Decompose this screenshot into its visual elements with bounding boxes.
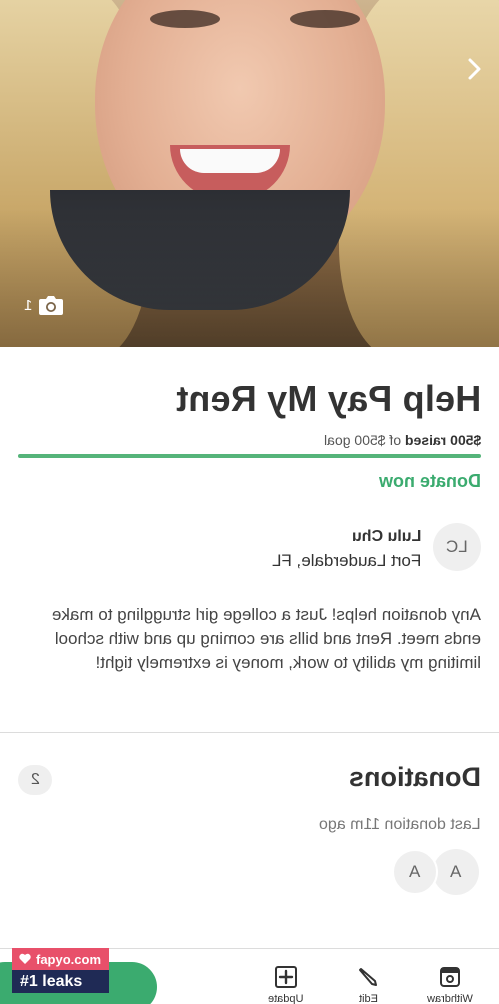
chevron-right-icon[interactable] xyxy=(462,57,486,81)
donor-avatar[interactable]: A xyxy=(433,849,479,895)
withdraw-button[interactable]: Withdraw xyxy=(422,965,478,1004)
last-donation-text: Last donation 11m ago xyxy=(319,816,481,833)
plus-square-icon xyxy=(275,966,297,988)
section-divider xyxy=(0,732,499,733)
progress-fill xyxy=(18,454,481,458)
update-button[interactable]: Update xyxy=(258,965,314,1004)
organizer-avatar[interactable]: LC xyxy=(433,523,481,571)
campaign-story: Any donation helps! Just a college girl … xyxy=(51,605,481,672)
photo-count-number: 1 xyxy=(24,296,33,314)
withdraw-label: Withdraw xyxy=(427,993,473,1004)
withdraw-icon xyxy=(440,967,460,987)
campaign-photo[interactable] xyxy=(0,0,499,347)
watermark: fapyo.com #1 leaks xyxy=(12,948,109,993)
donor-avatar[interactable]: A xyxy=(392,849,438,895)
photo-shade xyxy=(0,0,499,347)
edit-button[interactable]: Edit xyxy=(340,965,396,1004)
update-label: Update xyxy=(268,993,304,1004)
donations-count-badge: 2 xyxy=(18,765,52,795)
raised-amount: $500 raised xyxy=(404,432,481,448)
donations-heading: Donations xyxy=(349,762,481,792)
goal-text: of $500 goal xyxy=(323,432,401,448)
heart-icon xyxy=(19,953,31,964)
watermark-site: fapyo.com xyxy=(12,948,109,970)
donate-now-link[interactable]: Donate now xyxy=(379,471,481,492)
camera-icon xyxy=(39,296,64,315)
watermark-tagline: #1 leaks xyxy=(12,970,109,993)
progress-bar xyxy=(18,454,481,458)
organizer-name[interactable]: Lulu Chu xyxy=(352,528,421,546)
photo-count[interactable]: 1 xyxy=(24,294,64,316)
campaign-title: Help Pay My Rent xyxy=(175,378,481,419)
edit-label: Edit xyxy=(358,993,378,1004)
pencil-icon xyxy=(359,968,377,986)
raised-summary: $500 raised of $500 goal xyxy=(324,432,481,448)
organizer-location: Fort Lauderdale, FL xyxy=(271,551,421,570)
